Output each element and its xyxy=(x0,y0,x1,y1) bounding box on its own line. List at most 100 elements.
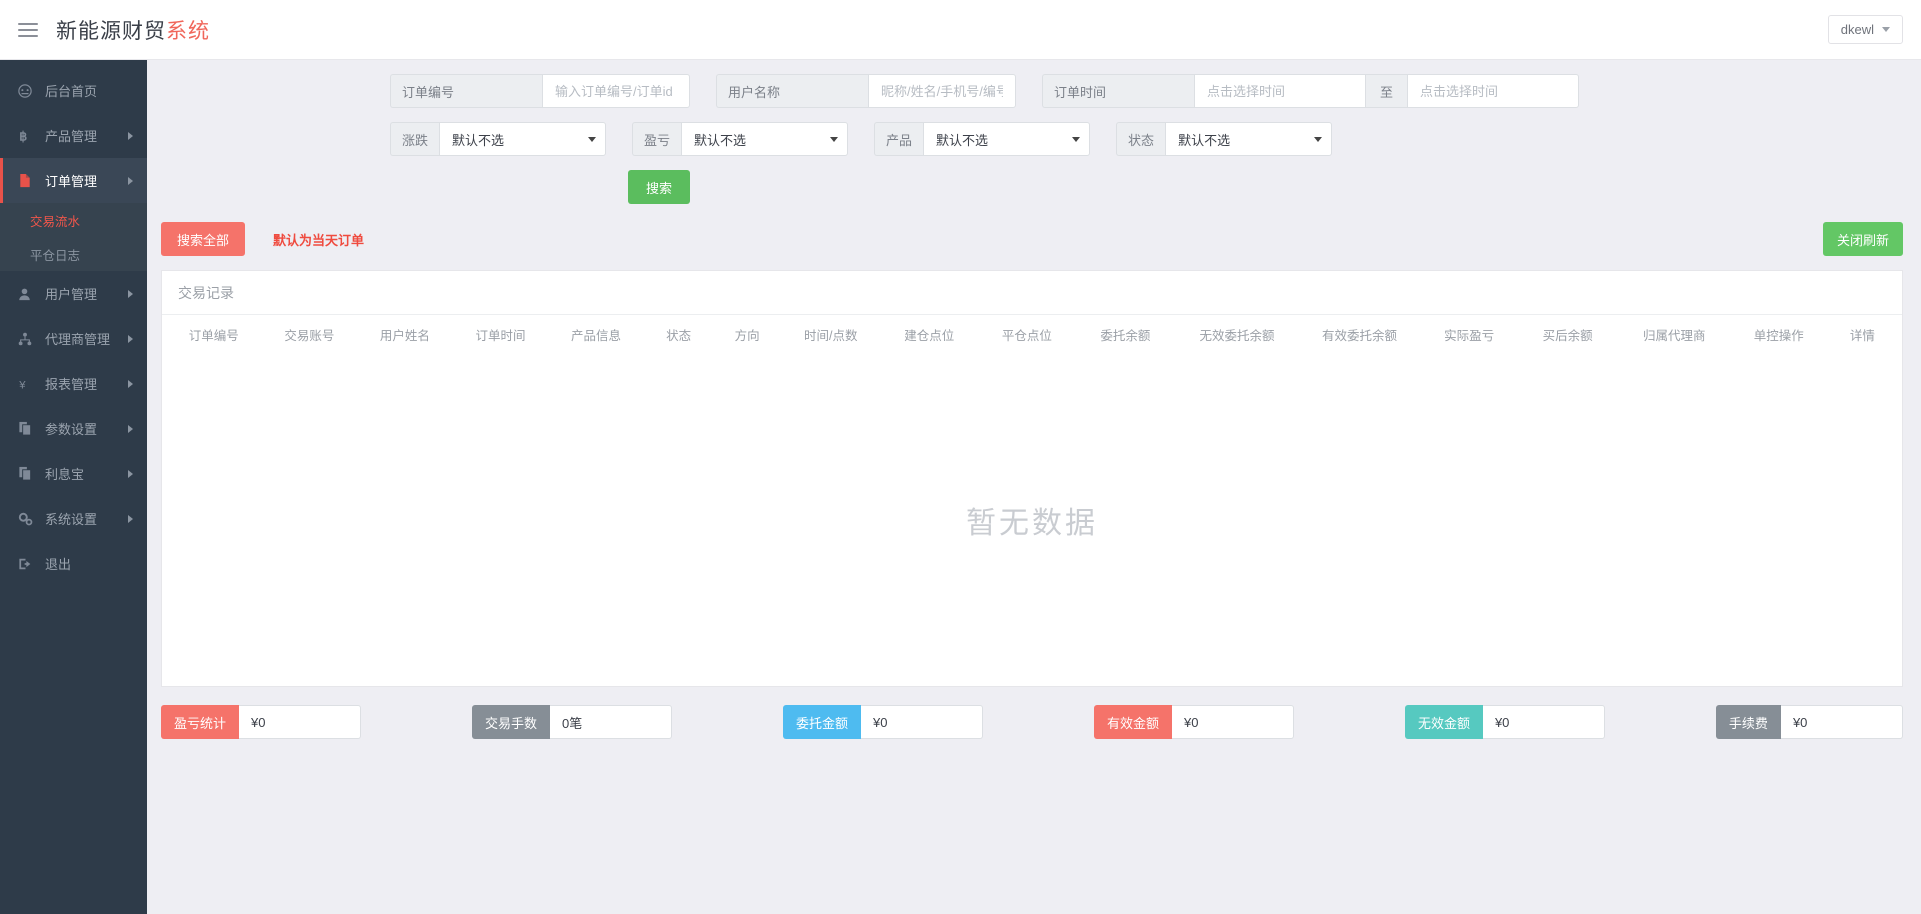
sidebar-item-params[interactable]: 参数设置 xyxy=(0,406,147,451)
sidebar-subitem-transaction-flow[interactable]: 交易流水 xyxy=(0,203,147,237)
sidebar-group-order: 订单管理 交易流水 平仓日志 xyxy=(0,158,147,271)
filter-zone: 订单编号 用户名称 订单时间 至 xyxy=(147,60,1921,222)
search-all-button[interactable]: 搜索全部 xyxy=(161,222,245,256)
stat-label: 盈亏统计 xyxy=(161,705,239,739)
stat-item: 盈亏统计¥0 xyxy=(161,705,361,739)
hamburger-icon[interactable] xyxy=(0,0,56,60)
sidebar-item-label: 订单管理 xyxy=(45,171,128,190)
hamburger-bar xyxy=(18,23,38,25)
order-time-start-input[interactable] xyxy=(1194,74,1366,108)
bitcoin-icon: ฿ xyxy=(18,129,38,143)
user-name-input[interactable] xyxy=(868,74,1016,108)
table-column-header: 有效委托余额 xyxy=(1299,325,1421,344)
body-wrapper: 后台首页 ฿ 产品管理 订单管理 xyxy=(0,60,1921,914)
user-menu[interactable]: dkewl xyxy=(1828,15,1903,44)
sidebar-item-report[interactable]: ¥ 报表管理 xyxy=(0,361,147,406)
stat-value: ¥0 xyxy=(1172,705,1294,739)
brand-main-text: 新能源财贸 xyxy=(56,15,166,45)
table-column-header: 订单编号 xyxy=(166,325,262,344)
chevron-right-icon xyxy=(128,470,133,478)
status-selected-value: 默认不选 xyxy=(1178,130,1230,149)
sidebar-item-label: 利息宝 xyxy=(45,464,128,483)
chevron-right-icon xyxy=(128,380,133,388)
chevron-down-icon xyxy=(1072,137,1080,142)
stat-label: 手续费 xyxy=(1716,705,1781,739)
table-column-header: 平仓点位 xyxy=(978,325,1076,344)
sidebar-subitem-label: 交易流水 xyxy=(30,211,80,230)
sidebar-item-label: 报表管理 xyxy=(45,374,128,393)
product-select[interactable]: 默认不选 xyxy=(923,122,1090,156)
app-root: 新能源财贸系统 dkewl 后台首页 ฿ xyxy=(0,0,1921,914)
chevron-right-icon xyxy=(128,132,133,140)
status-group: 状态 默认不选 xyxy=(1116,122,1332,156)
hamburger-bar xyxy=(18,35,38,37)
chevron-right-icon xyxy=(128,425,133,433)
chevron-right-icon xyxy=(128,515,133,523)
stat-item: 手续费¥0 xyxy=(1716,705,1903,739)
sidebar-group-report: ¥ 报表管理 xyxy=(0,361,147,406)
sidebar-item-label: 后台首页 xyxy=(45,81,133,100)
stat-item: 交易手数0笔 xyxy=(472,705,672,739)
search-button-row: 搜索 xyxy=(147,170,1921,204)
profit-select[interactable]: 默认不选 xyxy=(681,122,848,156)
filter-row-1: 订单编号 用户名称 订单时间 至 xyxy=(147,74,1921,108)
sidebar-item-user[interactable]: 用户管理 xyxy=(0,271,147,316)
sidebar-group-system: 系统设置 xyxy=(0,496,147,541)
sidebar-group-user: 用户管理 xyxy=(0,271,147,316)
product-group: 产品 默认不选 xyxy=(874,122,1090,156)
product-selected-value: 默认不选 xyxy=(936,130,988,149)
gears-icon xyxy=(18,512,38,526)
action-row: 搜索全部 默认为当天订单 关闭刷新 xyxy=(147,222,1921,256)
order-time-end-input[interactable] xyxy=(1407,74,1579,108)
sidebar-item-product[interactable]: ฿ 产品管理 xyxy=(0,113,147,158)
empty-state-text: 暂无数据 xyxy=(966,498,1098,542)
order-no-label: 订单编号 xyxy=(390,74,542,108)
main-content: 订单编号 用户名称 订单时间 至 xyxy=(147,60,1921,914)
chevron-down-icon xyxy=(1314,137,1322,142)
stat-value: ¥0 xyxy=(239,705,361,739)
updown-selected-value: 默认不选 xyxy=(452,130,504,149)
sidebar-item-dashboard[interactable]: 后台首页 xyxy=(0,68,147,113)
copy-icon xyxy=(18,466,38,481)
dashboard-icon xyxy=(18,84,38,98)
table-column-header: 建仓点位 xyxy=(881,325,979,344)
status-select[interactable]: 默认不选 xyxy=(1165,122,1332,156)
yen-icon: ¥ xyxy=(18,377,38,391)
close-refresh-button[interactable]: 关闭刷新 xyxy=(1823,222,1903,256)
table-column-header: 产品信息 xyxy=(548,325,644,344)
svg-text:¥: ¥ xyxy=(18,379,26,391)
updown-select[interactable]: 默认不选 xyxy=(439,122,606,156)
updown-label: 涨跌 xyxy=(390,122,439,156)
table-column-header: 状态 xyxy=(644,325,714,344)
table-column-header: 单控操作 xyxy=(1731,325,1827,344)
logout-icon xyxy=(18,557,38,571)
sidebar-item-logout[interactable]: 退出 xyxy=(0,541,147,586)
chevron-right-icon xyxy=(128,177,133,185)
user-name-group: 用户名称 xyxy=(716,74,1016,108)
order-time-separator: 至 xyxy=(1366,74,1407,108)
sidebar-item-label: 产品管理 xyxy=(45,126,128,145)
hamburger-bar xyxy=(18,29,38,31)
stat-item: 有效金额¥0 xyxy=(1094,705,1294,739)
sidebar-item-order[interactable]: 订单管理 xyxy=(0,158,147,203)
table-column-header: 方向 xyxy=(713,325,781,344)
brand-title: 新能源财贸系统 xyxy=(56,15,210,45)
sidebar-subitem-close-log[interactable]: 平仓日志 xyxy=(0,237,147,271)
svg-text:฿: ฿ xyxy=(19,129,27,143)
agent-icon xyxy=(18,332,38,346)
search-button[interactable]: 搜索 xyxy=(628,170,690,204)
sidebar-item-system[interactable]: 系统设置 xyxy=(0,496,147,541)
sidebar-item-label: 退出 xyxy=(45,554,133,573)
status-label: 状态 xyxy=(1116,122,1165,156)
sidebar-item-label: 代理商管理 xyxy=(45,329,128,348)
table-column-header: 无效委托余额 xyxy=(1175,325,1299,344)
order-no-input[interactable] xyxy=(542,74,690,108)
stat-label: 委托金额 xyxy=(783,705,861,739)
user-name-label: dkewl xyxy=(1841,22,1874,37)
sidebar-item-lixibao[interactable]: 利息宝 xyxy=(0,451,147,496)
sidebar-item-label: 参数设置 xyxy=(45,419,128,438)
sidebar-item-agent[interactable]: 代理商管理 xyxy=(0,316,147,361)
user-icon xyxy=(18,287,38,301)
stat-item: 委托金额¥0 xyxy=(783,705,983,739)
stat-label: 交易手数 xyxy=(472,705,550,739)
